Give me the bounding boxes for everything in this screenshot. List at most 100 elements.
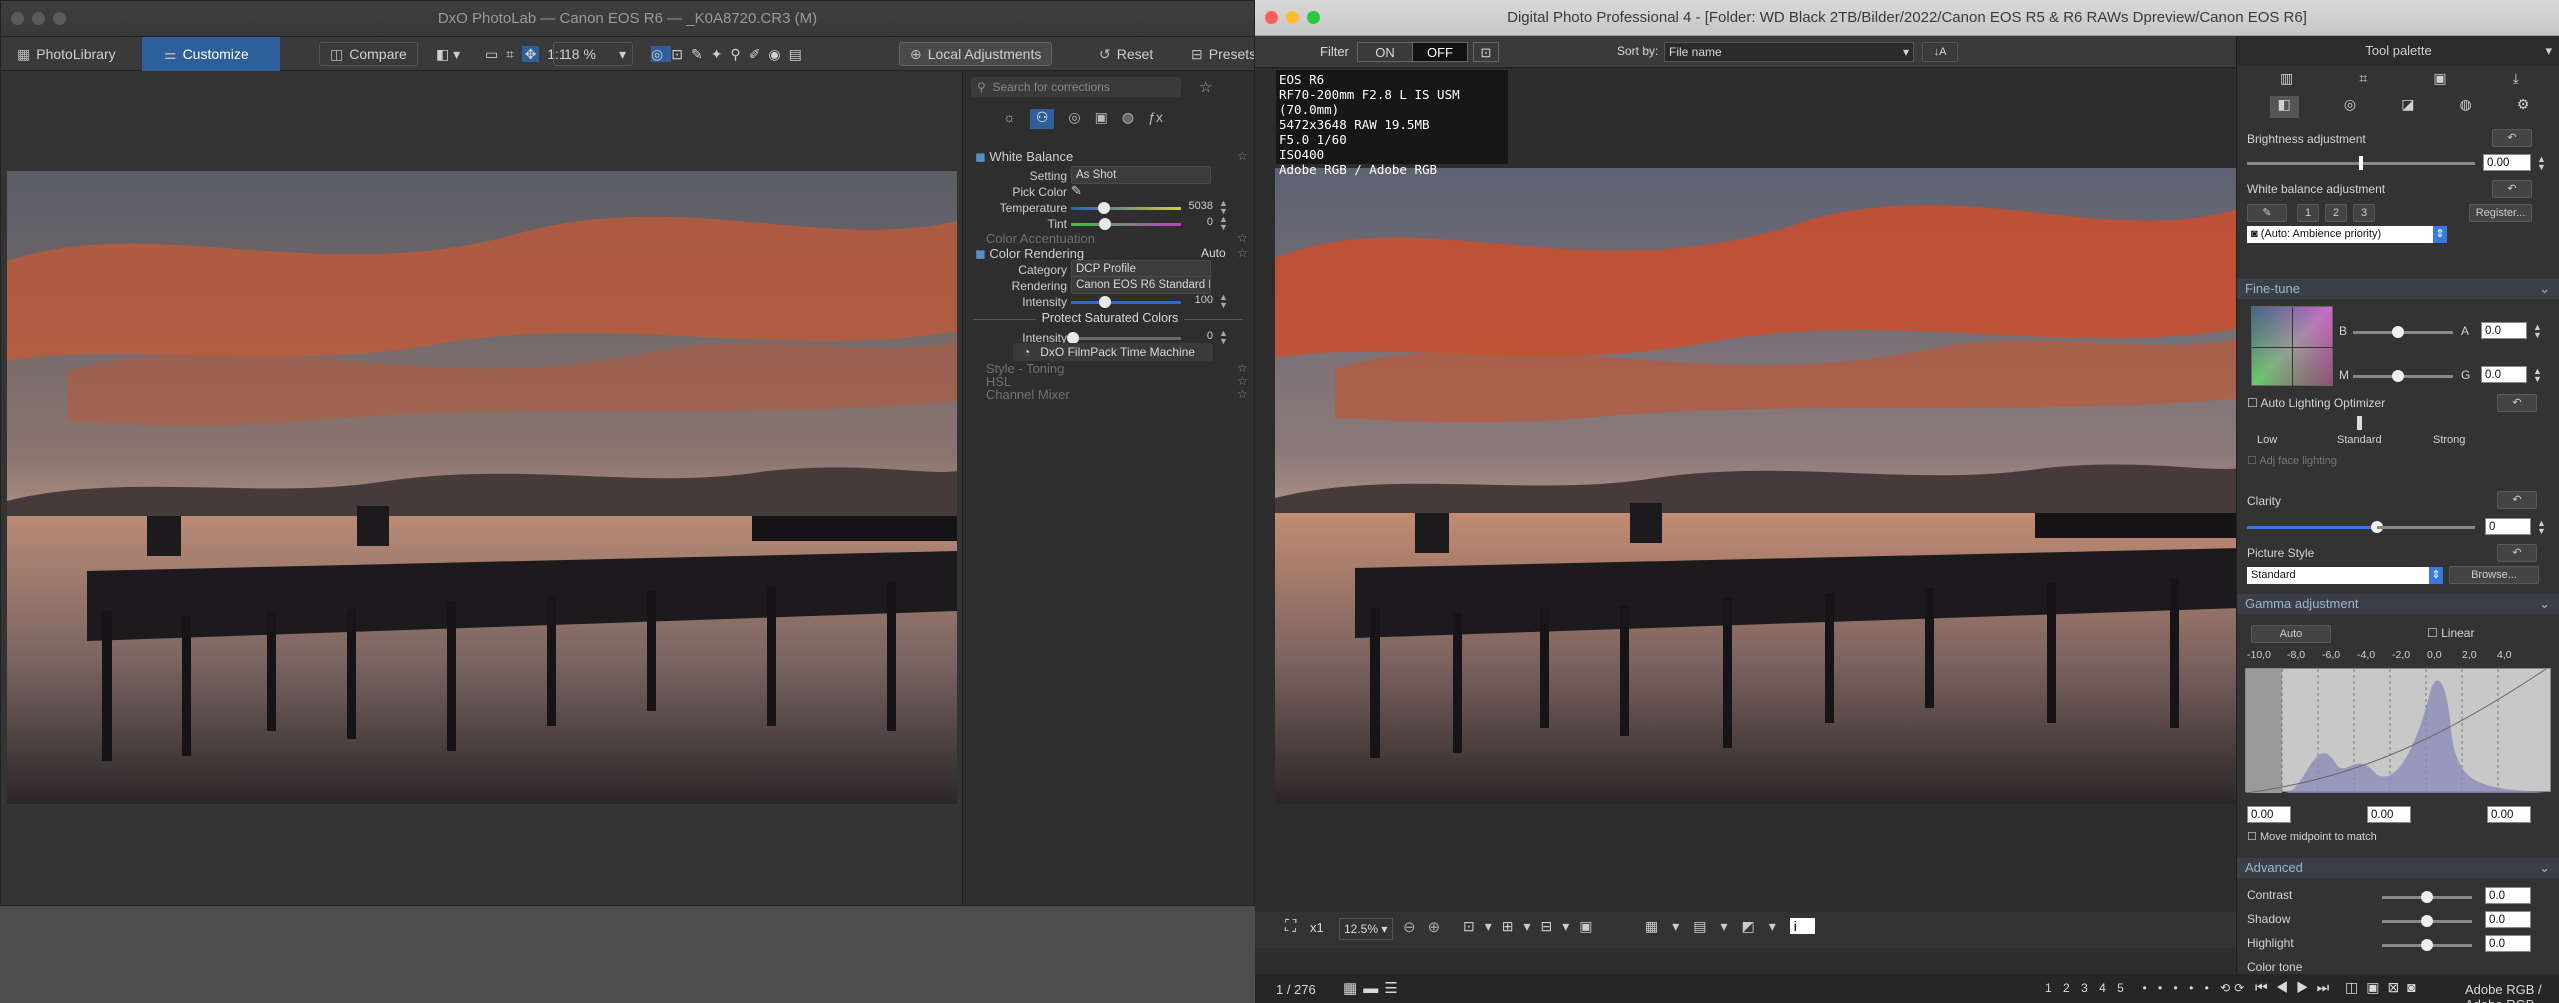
brightness-value[interactable]: 0.00 <box>2483 154 2531 171</box>
rotate-left-icon[interactable]: ⟲ <box>2220 981 2234 995</box>
minimize-button[interactable] <box>1286 11 1299 24</box>
browse-button[interactable]: Browse... <box>2449 566 2539 584</box>
advanced-header[interactable]: Advanced ⌄ <box>2237 858 2559 878</box>
wb-eyedropper-button[interactable]: ✎ <box>2247 204 2287 222</box>
reset-wb-button[interactable]: ↶ <box>2492 180 2532 198</box>
fit-icon[interactable]: ⛶ <box>1285 918 1296 936</box>
stepper-icon[interactable]: ▲ ▼ <box>2533 323 2542 340</box>
zoom-button[interactable] <box>1307 11 1320 24</box>
alo-low[interactable]: Low <box>2257 434 2277 446</box>
intensity-value[interactable]: 100 <box>1185 294 1213 306</box>
color-wheel[interactable] <box>2251 306 2334 387</box>
shadow-value[interactable]: 0.0 <box>2485 911 2531 928</box>
compare-icon[interactable]: ◩▾ <box>1742 918 1790 934</box>
temperature-slider[interactable] <box>1071 202 1181 214</box>
info-icon[interactable]: i <box>1789 918 1815 934</box>
eye-icon[interactable]: ◉ <box>768 46 788 62</box>
contrast-value[interactable]: 0.0 <box>2485 887 2531 904</box>
slider-knob[interactable] <box>2421 939 2433 951</box>
star-icon[interactable]: ☆ <box>1237 246 1248 260</box>
temperature-value[interactable]: 5038 <box>1185 200 1213 212</box>
fx-icon[interactable]: ƒx <box>1148 109 1163 129</box>
alo-strong[interactable]: Strong <box>2433 434 2465 446</box>
zoom-select[interactable]: 12.5% ▾ <box>1339 918 1393 940</box>
settings-tab-icon[interactable]: ⚙ <box>2517 96 2530 118</box>
prev-icon[interactable]: ◀ <box>2276 979 2297 995</box>
contrast-slider[interactable] <box>2382 891 2472 903</box>
m-value[interactable]: 0.0 <box>2481 366 2527 383</box>
export-tab-icon[interactable]: ⤓ <box>2513 70 2519 92</box>
alo-slider[interactable] <box>2357 416 2362 430</box>
reset-picture-style-button[interactable]: ↶ <box>2497 544 2537 562</box>
crop-icon[interactable]: ⌗ <box>506 46 514 62</box>
brightness-slider[interactable] <box>2247 156 2475 170</box>
zoom-select[interactable]: 18 % ▾ <box>553 42 633 66</box>
check-mark-4[interactable]: 4 <box>2099 981 2110 995</box>
check-mark-5[interactable]: 5 <box>2117 981 2128 995</box>
b-slider[interactable] <box>2353 326 2453 338</box>
histogram-icon[interactable]: ▤ <box>789 46 810 62</box>
minimize-button[interactable] <box>32 12 45 25</box>
panel-1-icon[interactable]: ◫ <box>2345 979 2366 995</box>
thumbnail-view-icon[interactable]: ▦ <box>1343 980 1363 997</box>
wb-preset-2[interactable]: 2 <box>2325 204 2347 222</box>
reset-clarity-button[interactable]: ↶ <box>2497 491 2537 509</box>
crop-tab-icon[interactable]: ⌗ <box>2359 70 2367 92</box>
shadow-slider[interactable] <box>2382 915 2472 927</box>
finetune-header[interactable]: Fine-tune ⌄ <box>2237 279 2559 299</box>
white-balance-header[interactable]: ◼ White Balance <box>975 149 1073 165</box>
lens-tab-icon[interactable]: ◎ <box>2344 96 2356 118</box>
wb-mode-select[interactable]: ◙ (Auto: Ambience priority) ⇕ <box>2247 226 2447 243</box>
star-icon[interactable]: ☆ <box>1237 149 1248 163</box>
star-icon[interactable]: ☆ <box>1237 374 1248 388</box>
stepper-icon[interactable]: ▲ ▼ <box>1219 215 1228 232</box>
stepper-icon[interactable]: ▲ ▼ <box>1219 293 1228 310</box>
tone-tab-icon[interactable]: ◪ <box>2401 96 2414 118</box>
highlight-value[interactable]: 0.0 <box>2485 935 2531 952</box>
slider-knob[interactable] <box>1099 296 1112 308</box>
reset-button[interactable]: ↺ Reset <box>1089 40 1163 68</box>
detail-icon[interactable]: ◎ <box>1068 109 1080 129</box>
clarity-value[interactable]: 0 <box>2485 518 2531 535</box>
protect-intensity-value[interactable]: 0 <box>1185 330 1213 342</box>
watermark-icon[interactable]: ◍ <box>1122 109 1134 129</box>
first-icon[interactable]: ⏮ <box>2255 979 2276 995</box>
gamma-header[interactable]: Gamma adjustment ⌄ <box>2237 594 2559 614</box>
star-icon[interactable]: ☆ <box>1237 361 1248 375</box>
eyedropper-icon[interactable]: ✎ <box>691 46 711 62</box>
wand-icon[interactable]: ⚲ <box>730 46 748 62</box>
color-accentuation-header[interactable]: Color Accentuation <box>975 231 1095 246</box>
photolibrary-tab[interactable]: ▦ PhotoLibrary <box>7 40 126 68</box>
grid-display-icon[interactable]: ▦▾ <box>1645 918 1693 934</box>
gamma-auto-button[interactable]: Auto <box>2251 625 2331 643</box>
slider-knob[interactable] <box>2392 370 2404 382</box>
highlight-slider[interactable] <box>2382 939 2472 951</box>
intensity-slider[interactable] <box>1071 296 1181 308</box>
checkbox-icon[interactable]: ◼ <box>975 149 986 164</box>
clarity-slider[interactable] <box>2247 521 2383 533</box>
reset-alo-button[interactable]: ↶ <box>2497 394 2537 412</box>
gamma-histogram[interactable] <box>2245 668 2551 794</box>
tint-slider[interactable] <box>1071 218 1181 230</box>
search-field[interactable]: ⚲ Search for corrections <box>971 77 1181 97</box>
slider-knob[interactable] <box>1099 218 1112 230</box>
protect-intensity-slider[interactable] <box>1067 332 1181 344</box>
auto-label[interactable]: Auto <box>1201 246 1226 260</box>
zoom-x1-button[interactable]: x1 <box>1310 920 1324 935</box>
rotate-right-icon[interactable]: ⟳ <box>2234 981 2248 995</box>
checkbox-icon[interactable]: ☐ <box>2247 455 2257 467</box>
gamma-black-value[interactable]: 0.00 <box>2247 806 2291 823</box>
slider-knob[interactable] <box>2392 326 2404 338</box>
camera-icon[interactable]: ◙ <box>2407 979 2423 995</box>
tool-3-icon[interactable]: ⊟▾ <box>1541 918 1580 934</box>
check-mark-2[interactable]: 2 <box>2063 981 2074 995</box>
list-view-icon[interactable]: ☰ <box>1384 980 1403 997</box>
lock-icon[interactable]: ⊡ <box>1473 42 1499 62</box>
filter-off-button[interactable]: OFF <box>1412 42 1468 62</box>
panel-3-icon[interactable]: ⊠ <box>2387 979 2407 995</box>
zoom-button[interactable] <box>53 12 66 25</box>
filmpack-button[interactable]: ◔ DxO FilmPack Time Machine <box>1013 343 1213 361</box>
gamma-white-value[interactable]: 0.00 <box>2487 806 2531 823</box>
sort-select[interactable]: File name ▾ <box>1664 42 1914 62</box>
reset-brightness-button[interactable]: ↶ <box>2492 129 2532 147</box>
